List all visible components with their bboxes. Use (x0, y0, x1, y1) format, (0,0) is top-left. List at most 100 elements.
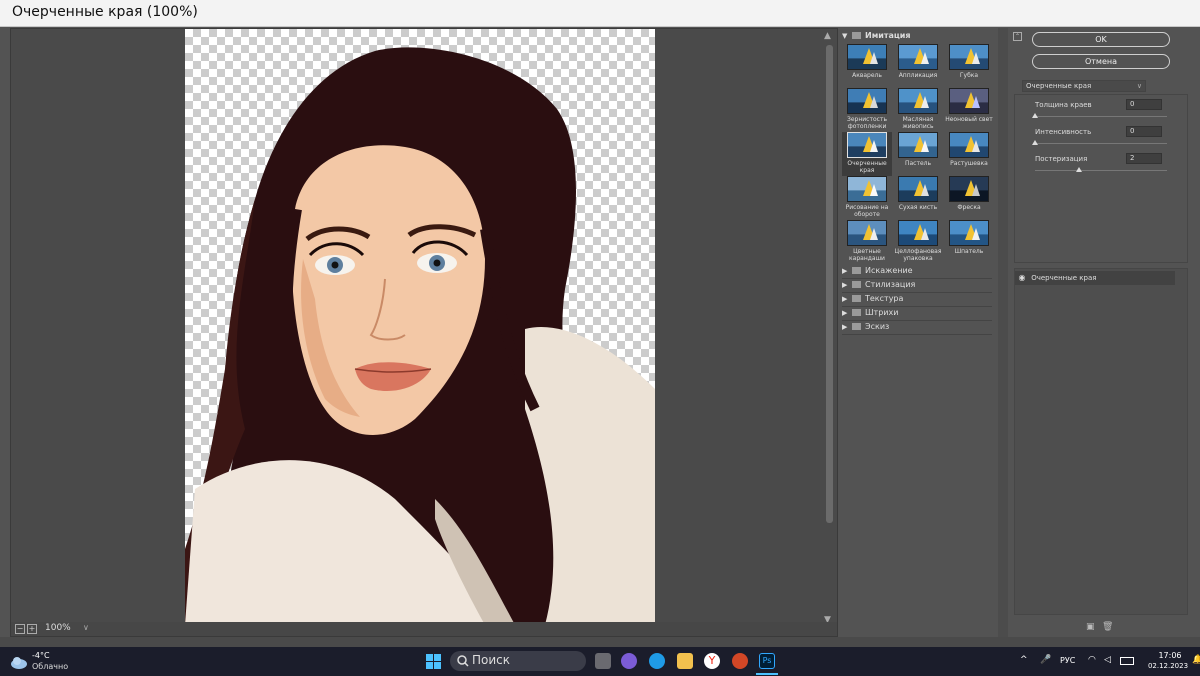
task-view-icon[interactable] (595, 653, 611, 669)
param-label: Толщина краев (1035, 101, 1092, 109)
filter-category[interactable]: ▶ Стилизация (842, 280, 992, 293)
filter-thumbnail[interactable]: Цветные карандаши (842, 220, 892, 264)
folder-icon (852, 323, 861, 330)
scroll-up-icon[interactable]: ▲ (824, 31, 831, 41)
filter-category[interactable]: ▶ Штрихи (842, 308, 992, 321)
volume-icon[interactable]: ◁ (1104, 655, 1111, 665)
zoom-level[interactable]: 100% (45, 623, 85, 633)
param-slider[interactable] (1032, 113, 1167, 118)
temperature: -4°C (32, 651, 50, 660)
wifi-icon[interactable]: ◠ (1088, 655, 1096, 665)
battery-icon[interactable] (1120, 657, 1134, 665)
param-slider[interactable] (1032, 140, 1167, 145)
photoshop-icon[interactable]: Ps (759, 653, 775, 669)
filter-category[interactable]: ▶ Текстура (842, 294, 992, 307)
cancel-button[interactable]: Отмена (1032, 54, 1170, 69)
filter-thumbnail[interactable]: Масляная живопись (893, 88, 943, 132)
zoom-dropdown-icon[interactable]: ∨ (83, 623, 89, 632)
category-imitation[interactable]: ▼ Имитация (842, 31, 992, 44)
filter-thumbnail[interactable]: Зернистость фотопленки (842, 88, 892, 132)
filter-preview-image (847, 132, 887, 158)
filter-category[interactable]: ▶ Эскиз (842, 322, 992, 335)
filter-thumbnail-label: Пастель (904, 160, 932, 167)
filter-preview-image (949, 44, 989, 70)
filter-thumbnail[interactable]: Неоновый свет (944, 88, 994, 132)
param-slider[interactable] (1035, 167, 1167, 172)
preview-vertical-scrollbar[interactable]: ▲ ▼ (823, 31, 835, 625)
chevron-right-icon: ▶ (842, 281, 848, 289)
clock-date[interactable]: 02.12.2023 (1146, 662, 1190, 670)
filter-preview-image (949, 220, 989, 246)
search-icon (457, 655, 469, 667)
title-bar: Очерченные края (100%) (0, 0, 1200, 27)
ok-button[interactable]: OK (1032, 32, 1170, 47)
weather-condition: Облачно (32, 662, 69, 671)
powerpoint-icon[interactable] (732, 653, 748, 669)
filter-thumbnail[interactable]: Губка (944, 44, 994, 88)
trash-icon[interactable]: 🗑 (1102, 622, 1113, 632)
filter-thumbnail[interactable]: Растушевка (944, 132, 994, 176)
filter-thumbnail-label: Аппликация (898, 72, 938, 79)
gallery-scrollbar[interactable] (998, 28, 1008, 637)
taskbar: -4°C Облачно Поиск Y Ps ^ 🎤 РУС ◠ ◁ 17:0… (0, 647, 1200, 676)
filter-preview-image (898, 176, 938, 202)
filter-select[interactable]: Очерченные края ∨ (1022, 80, 1146, 92)
scrollbar-thumb[interactable] (826, 45, 833, 523)
notification-bell-icon[interactable]: 🔔 (1192, 655, 1200, 665)
category-label: Текстура (865, 294, 904, 303)
chevron-up-icon[interactable]: ^ (1020, 655, 1028, 665)
active-app-indicator (756, 673, 778, 675)
preview-canvas[interactable] (185, 29, 655, 625)
chevron-down-icon: ∨ (1136, 82, 1142, 90)
eye-icon[interactable]: ◉ (1015, 271, 1029, 285)
yandex-browser-icon[interactable]: Y (704, 653, 720, 669)
edge-icon[interactable] (649, 653, 665, 669)
filter-thumbnail[interactable]: Очерченные края (842, 132, 892, 176)
slider-handle[interactable] (1032, 140, 1038, 145)
filter-thumbnail-label: Рисование на обороте (845, 204, 889, 218)
filter-thumbnail-label: Масляная живопись (902, 116, 934, 130)
zoom-out-button[interactable]: − (15, 624, 25, 634)
filter-thumbnail[interactable]: Аппликация (893, 44, 943, 88)
clock-time[interactable]: 17:06 (1150, 651, 1190, 660)
slider-handle[interactable] (1032, 113, 1038, 118)
param-value-input[interactable]: 0 (1126, 126, 1162, 137)
param-value-input[interactable]: 2 (1126, 153, 1162, 164)
search-box[interactable]: Поиск (450, 651, 586, 671)
param-value-input[interactable]: 0 (1126, 99, 1162, 110)
filter-thumbnail[interactable]: Сухая кисть (893, 176, 943, 220)
filter-thumbnail-label: Фреска (957, 204, 981, 211)
filter-preview-image (847, 220, 887, 246)
filter-thumbnail[interactable]: Пастель (893, 132, 943, 176)
collapse-icon[interactable]: ⌃ (1013, 32, 1022, 41)
teams-chat-icon[interactable] (621, 653, 637, 669)
filter-thumbnail[interactable]: Акварель (842, 44, 892, 88)
slider-handle[interactable] (1075, 167, 1082, 172)
system-tray: ^ 🎤 РУС ◠ ◁ 17:06 02.12.2023 🔔 (1016, 647, 1200, 676)
filter-thumbnail[interactable]: Целлофановая упаковка (893, 220, 943, 264)
filter-settings: Толщина краев 0 Интенсивность 0 Постеризация… (1014, 94, 1188, 263)
filter-preview-image (949, 132, 989, 158)
new-layer-icon[interactable]: ▣ (1086, 622, 1095, 632)
language-indicator[interactable]: РУС (1060, 656, 1075, 665)
file-explorer-icon[interactable] (677, 653, 693, 669)
filter-thumbnail-label: Зернистость фотопленки (847, 116, 887, 130)
filter-preview-image (847, 88, 887, 114)
filter-thumbnail[interactable]: Фреска (944, 176, 994, 220)
filter-thumbnail-label: Цветные карандаши (849, 248, 885, 262)
zoom-in-button[interactable]: + (27, 624, 37, 634)
microphone-icon[interactable]: 🎤 (1040, 655, 1051, 665)
filter-preview-image (949, 176, 989, 202)
chevron-down-icon: ▼ (842, 32, 848, 40)
filter-thumbnail-label: Очерченные края (847, 160, 887, 174)
filter-category[interactable]: ▶ Искажение (842, 266, 992, 279)
category-label: Стилизация (865, 280, 916, 289)
preview-area[interactable]: ▲ ▼ − + 100% ∨ (10, 28, 838, 637)
filter-thumbnail[interactable]: Рисование на обороте (842, 176, 892, 220)
windows-start-icon[interactable] (426, 654, 441, 669)
filter-thumbnail[interactable]: Шпатель (944, 220, 994, 264)
zoom-bar: − + 100% ∨ (11, 622, 837, 636)
weather-widget[interactable]: -4°C Облачно (10, 651, 110, 673)
effect-layer[interactable]: ◉ Очерченные края (1015, 271, 1175, 285)
settings-panel: ⌃ OK Отмена Очерченные края ∨ Толщина кр… (1008, 28, 1200, 641)
